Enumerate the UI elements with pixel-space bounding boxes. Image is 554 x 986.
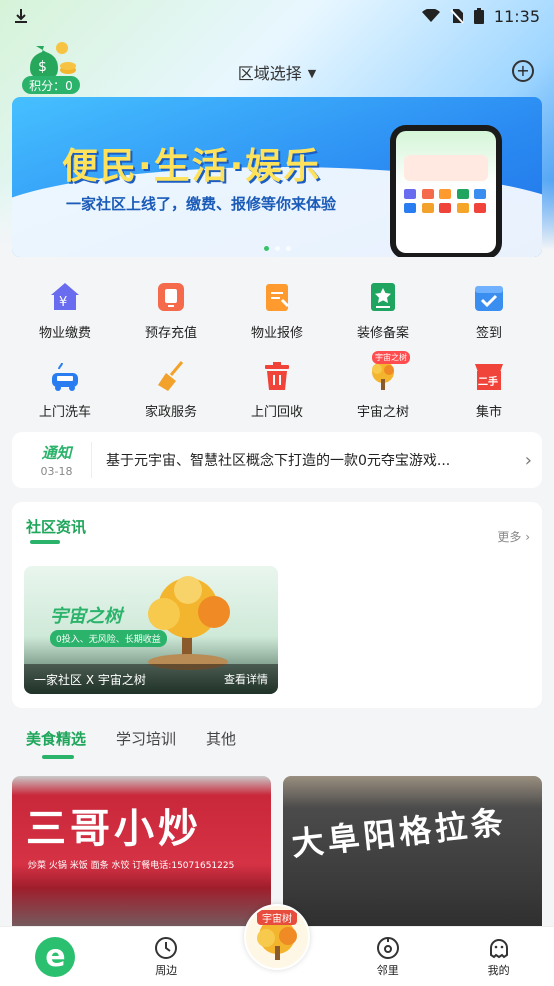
tab-training[interactable]: 学习培训 [116,728,176,749]
banner-title: 便民·生活·娱乐 [62,146,322,187]
neighbor-icon [376,936,399,959]
wifi-icon [421,9,440,22]
golden-tree-illustration [148,576,230,670]
service-label: 物业报修 [250,326,303,341]
tab-food[interactable]: 美食精选 [26,728,86,759]
service-market[interactable]: 二手 集市 [436,359,542,420]
tab-other[interactable]: 其他 [206,728,236,749]
service-checkin[interactable]: 签到 [436,280,542,341]
plus-icon: + [516,61,530,80]
nav-label: 邻里 [376,963,399,977]
nav-neighbor[interactable]: 邻里 [332,927,443,986]
service-universe-tree[interactable]: 宇宙之树 宇宙之树 [330,351,436,420]
card-icon [154,280,188,314]
store-sign: 三哥小炒 [26,805,202,852]
nav-profile[interactable]: 我的 [443,927,554,986]
phone-screen [396,131,496,253]
section-title: 社区资讯 [26,518,87,536]
yuan-house-icon: ¥ [48,280,82,314]
service-label: 家政服务 [144,405,197,420]
more-link[interactable]: 更多 › [497,528,530,545]
download-icon [15,9,27,23]
service-car-wash[interactable]: 上门洗车 [12,359,118,420]
store-card[interactable]: 大阜阳格拉条 [283,776,542,936]
home-logo-icon: e [35,936,76,977]
nav-nearby[interactable]: 周边 [111,927,222,986]
card-tagline: 0投入、无风险、长期收益 [50,630,167,647]
svg-text:¥: ¥ [59,295,67,310]
service-label: 宇宙之树 [356,405,409,420]
broom-icon [154,359,188,393]
caret-down-icon: ▼ [307,67,317,80]
region-label: 区域选择 [237,64,302,83]
car-icon [48,359,82,393]
trash-icon [260,359,294,393]
banner-subtitle: 一家社区上线了，缴费、报修等你来体验 [66,195,337,213]
service-label: 上门洗车 [38,405,91,420]
add-button[interactable]: + [512,60,534,82]
service-label: 上门回收 [250,405,303,420]
tree-tag: 宇宙之树 [372,351,410,364]
region-selector[interactable]: 区域选择 ▼ [0,60,554,84]
service-label: 预存充值 [144,326,197,341]
nav-universe-tree[interactable]: 宇宙树 [244,904,310,970]
battery-icon [473,8,484,24]
store-card[interactable]: 三哥小炒 炒菜 火锅 米饭 面条 水饺 订餐电话:15071651225 [12,776,271,936]
pagination-dot[interactable] [274,246,280,251]
chevron-right-icon: › [524,449,532,471]
view-details-link[interactable]: 查看详情 [224,671,268,687]
news-card[interactable]: 宇宙之树 0投入、无风险、长期收益 一家社区 X 宇宙之树 查看详情 [24,566,278,694]
card-caption: 一家社区 X 宇宙之树 查看详情 [24,664,278,694]
store-sign: 大阜阳格拉条 [289,802,509,864]
caption-text: 一家社区 X 宇宙之树 [34,672,146,687]
service-property-fee[interactable]: ¥ 物业缴费 [12,280,118,341]
phone-mockup [390,125,502,257]
star-doc-icon [366,280,400,314]
notice-badge-title: 通知 [41,444,72,462]
top-bar: $ 积分：0 区域选择 ▼ + [0,40,554,104]
phone-promo [404,155,488,181]
market-icon: 二手 [472,359,506,393]
notice-text: 基于元宇宙、智慧社区概念下打造的一款0元夺宝游戏... [106,453,451,469]
service-label: 物业缴费 [38,326,91,341]
nav-label: 我的 [487,963,510,977]
nav-label: 周边 [155,963,178,977]
repair-icon [260,280,294,314]
notice-date: 03-18 [40,465,73,478]
category-tabs: 美食精选 学习培训 其他 [26,728,236,759]
service-grid: ¥ 物业缴费 预存充值 物业报修 装修备案 签到 上门洗车 家政服务 上门回收 … [12,280,542,420]
tree-icon: 宇宙之树 [366,351,410,393]
service-recycle[interactable]: 上门回收 [224,359,330,420]
center-tree-label: 宇宙树 [257,910,297,925]
service-label: 签到 [475,326,502,341]
more-label: 更多 [497,530,522,544]
notice-badge: 通知 03-18 [22,442,92,478]
promo-banner[interactable]: 便民·生活·娱乐 一家社区上线了，缴费、报修等你来体验 [12,97,542,257]
notice-bar[interactable]: 通知 03-18 基于元宇宙、智慧社区概念下打造的一款0元夺宝游戏... › [12,432,542,488]
service-label: 集市 [475,405,502,420]
no-sim-icon [450,9,464,24]
nav-home[interactable]: e [0,927,111,986]
service-prepay[interactable]: 预存充值 [118,280,224,341]
service-label: 装修备案 [356,326,409,341]
section-underline [30,540,60,544]
card-brand: 宇宙之树 [50,606,122,627]
store-sub: 炒菜 火锅 米饭 面条 水饺 订餐电话:15071651225 [28,861,235,871]
service-renovation[interactable]: 装修备案 [330,280,436,341]
nearby-icon [155,936,178,959]
service-repair[interactable]: 物业报修 [224,280,330,341]
calendar-check-icon [472,280,506,314]
phone-icon-grid [404,189,488,213]
community-news-section: 社区资讯 更多 › 宇宙之树 0投入、无风险、长期收益 一家社区 X 宇宙之树 … [12,502,542,708]
status-time: 11:35 [493,6,540,26]
status-bar: 11:35 [0,0,554,32]
profile-icon [489,938,508,958]
banner-pagination [12,246,542,251]
service-housekeeping[interactable]: 家政服务 [118,359,224,420]
market-badge: 二手 [478,377,498,388]
pagination-dot[interactable] [263,246,269,251]
pagination-dot[interactable] [285,246,291,251]
